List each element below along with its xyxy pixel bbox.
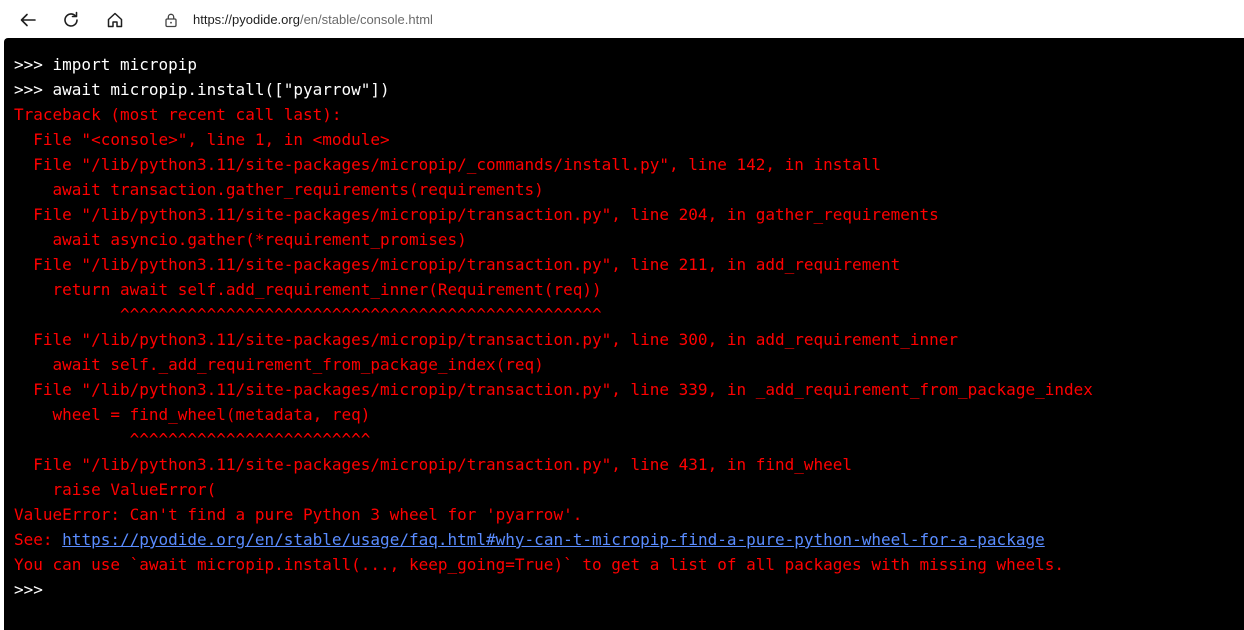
traceback-line: File "/lib/python3.11/site-packages/micr…: [14, 380, 1093, 399]
traceback-line: File "/lib/python3.11/site-packages/micr…: [14, 205, 939, 224]
traceback-line: File "/lib/python3.11/site-packages/micr…: [14, 155, 881, 174]
reload-icon: [64, 11, 78, 27]
url-host: https://pyodide.org: [193, 12, 300, 27]
traceback-line: File "/lib/python3.11/site-packages/micr…: [14, 255, 901, 274]
traceback-line: ValueError: Can't find a pure Python 3 w…: [14, 505, 583, 524]
reload-button[interactable]: [58, 7, 84, 33]
traceback-line: ^^^^^^^^^^^^^^^^^^^^^^^^^: [14, 430, 371, 449]
address-bar[interactable]: https://pyodide.org/en/stable/console.ht…: [146, 4, 1244, 36]
traceback-line: await transaction.gather_requirements(re…: [14, 180, 544, 199]
traceback-line: await asyncio.gather(*requirement_promis…: [14, 230, 467, 249]
see-line: See: https://pyodide.org/en/stable/usage…: [14, 527, 1244, 552]
pyodide-console[interactable]: >>> import micropip >>> await micropip.in…: [4, 38, 1244, 630]
traceback-line: wheel = find_wheel(metadata, req): [14, 405, 371, 424]
input-line: >>> import micropip: [14, 55, 198, 74]
traceback-line: return await self.add_requirement_inner(…: [14, 280, 602, 299]
traceback-line: Traceback (most recent call last):: [14, 105, 342, 124]
back-arrow-icon: [20, 13, 36, 27]
home-icon: [107, 12, 123, 28]
console-prompt[interactable]: >>>: [14, 577, 1244, 602]
see-prefix: See:: [14, 530, 63, 549]
traceback-line: raise ValueError(: [14, 480, 217, 499]
url-text[interactable]: https://pyodide.org/en/stable/console.ht…: [193, 11, 433, 29]
traceback-line: await self._add_requirement_from_package…: [14, 355, 544, 374]
traceback-line: File "<console>", line 1, in <module>: [14, 130, 390, 149]
back-button[interactable]: [15, 7, 41, 33]
traceback-line: File "/lib/python3.11/site-packages/micr…: [14, 330, 959, 349]
browser-toolbar: https://pyodide.org/en/stable/console.ht…: [0, 0, 1244, 38]
url-path: /en/stable/console.html: [299, 12, 433, 27]
faq-link[interactable]: https://pyodide.org/en/stable/usage/faq.…: [62, 530, 1045, 549]
input-line: >>> await micropip.install(["pyarrow"]): [14, 80, 390, 99]
home-button[interactable]: [102, 7, 128, 33]
traceback-line: File "/lib/python3.11/site-packages/micr…: [14, 455, 853, 474]
hint-line: You can use `await micropip.install(...,…: [14, 555, 1064, 574]
console-output: >>> import micropip >>> await micropip.in…: [14, 52, 1244, 527]
traceback-line: ^^^^^^^^^^^^^^^^^^^^^^^^^^^^^^^^^^^^^^^^…: [14, 305, 602, 324]
lock-icon[interactable]: [163, 12, 179, 28]
